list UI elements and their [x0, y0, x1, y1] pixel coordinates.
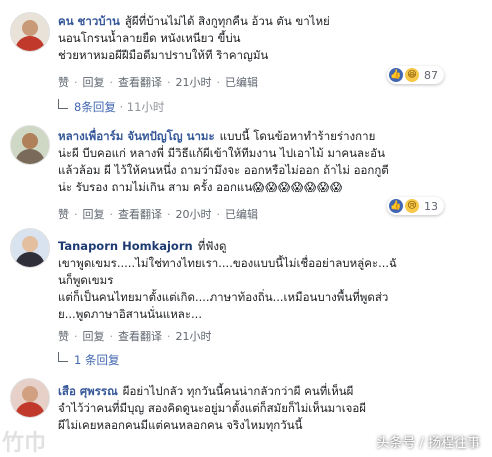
reply-button[interactable]: 回复 — [83, 330, 105, 343]
comment-line: น่ะ รับรอง ถามไม่เกิน สาม ครั้ง ออกแน — [58, 180, 253, 194]
reply-button[interactable]: 回复 — [83, 208, 105, 221]
timestamp[interactable]: 21小时 — [176, 76, 212, 89]
comment-line: แต่ก็เป็นคนไทยมาตั้งแต่เกิด....ภาษาท้องถ… — [58, 290, 389, 304]
comment-actions: 赞 · 回复 · 查看翻译 · 21小时 — [58, 330, 212, 343]
comment-text: เสือ ศุพรรณ ผีอย่าไปกลัว ทุกวันนี้คนน่ากล… — [58, 383, 366, 434]
commenter-name[interactable]: เสือ ศุพรรณ — [58, 384, 118, 398]
replies-time: 11小时 — [126, 100, 165, 114]
comment-line: ผีไม่เคยหลอกคนมีแต่คนหลอกคน จริงไหมทุกวั… — [58, 418, 303, 432]
comment-text: คน ชาวบ้าน สู้ผีที่บ้านไม่ได้ สิงกูทุกคืน… — [58, 13, 330, 64]
commenter-name[interactable]: หลางเพื่อาร์ม จันทปัญโญ นามะ — [58, 129, 215, 143]
reactions-badge[interactable]: 👍 😆 87 — [387, 66, 444, 84]
comment-line: เขาพูดเขมร.....ไม่ใช่ทางไทยเรา....ของแบบ… — [58, 256, 397, 270]
comment-line: แล้วล้อม ผี ไว้ให้คนหนึ่ง ถามว่ามึงจะ ออ… — [58, 163, 389, 177]
avatar[interactable] — [10, 125, 50, 165]
like-icon: 👍 — [389, 68, 403, 82]
comment-line: นก็พูดเขมร — [58, 273, 114, 287]
edited-label: 已编辑 — [225, 76, 258, 89]
laugh-icon: 😆 — [405, 68, 419, 82]
watermark: 头条号 / 扬程往事 — [376, 436, 480, 451]
commenter-name[interactable]: คน ชาวบ้าน — [58, 14, 120, 28]
replies-link[interactable]: 8条回复 · 11小时 — [58, 99, 164, 115]
comment-text: Tanaporn Homkajorn ที่ฟังดู เขาพูดเขมร...… — [58, 238, 397, 323]
translate-button[interactable]: 查看翻译 — [118, 76, 162, 89]
reactions-badge[interactable]: 👍 😢 13 — [387, 197, 444, 215]
like-icon: 👍 — [389, 199, 403, 213]
comment-line: ย...พูดภาษาอิสานนั่นแหละ... — [58, 307, 202, 321]
watermark-left: 竹巾 — [2, 431, 47, 456]
reply-arrow-icon — [58, 352, 68, 362]
comment-line: น่ะผี บีบคอแก่ หลางพี่ มีวิธีแก้ผีเข้าให… — [58, 146, 385, 160]
commenter-name[interactable]: Tanaporn Homkajorn — [58, 239, 193, 253]
avatar[interactable] — [10, 228, 50, 268]
comment-text: หลางเพื่อาร์ม จันทปัญโญ นามะ แบบนี้ โดนข้… — [58, 128, 389, 196]
like-button[interactable]: 赞 — [58, 208, 69, 221]
comment-line: นอนโกรนน้ำลายยืด หนังเหนียว ขี้บ่น — [58, 31, 241, 45]
comment-line: ผีอย่าไปกลัว ทุกวันนี้คนน่ากลัวกว่าผี คน… — [122, 384, 354, 398]
avatar[interactable] — [10, 378, 50, 418]
reaction-count: 13 — [424, 199, 438, 213]
timestamp[interactable]: 20小时 — [176, 208, 212, 221]
like-button[interactable]: 赞 — [58, 330, 69, 343]
comment-actions: 赞 · 回复 · 查看翻译 · 20小时 · 已编辑 — [58, 208, 258, 221]
comment-line: จำไว้ว่าคนที่มีบุญ สองคิดดูนะอยู่มาตั้งแ… — [58, 401, 367, 415]
emoji-row: 😱😱😱😱😱😱😱 — [252, 180, 344, 194]
comment-line: ช่วยหาหมอผีฝีมือดีมาปราบให้ที ริาคาญมัน — [58, 48, 269, 62]
timestamp[interactable]: 21小时 — [176, 330, 212, 343]
translate-button[interactable]: 查看翻译 — [118, 330, 162, 343]
comment-actions: 赞 · 回复 · 查看翻译 · 21小时 · 已编辑 — [58, 76, 258, 89]
like-button[interactable]: 赞 — [58, 76, 69, 89]
reply-arrow-icon — [58, 99, 68, 109]
comment-line: ที่ฟังดู — [197, 239, 227, 253]
translate-button[interactable]: 查看翻译 — [118, 208, 162, 221]
comment-line: แบบนี้ โดนข้อหาทำร้ายร่างกาย — [219, 129, 376, 143]
comment-line: สู้ผีที่บ้านไม่ได้ สิงกูทุกคืน อ้วน ตัน … — [124, 14, 330, 28]
reaction-count: 87 — [424, 68, 438, 82]
replies-link[interactable]: 1 条回复 — [58, 352, 119, 368]
sad-icon: 😢 — [405, 199, 419, 213]
reply-button[interactable]: 回复 — [83, 76, 105, 89]
edited-label: 已编辑 — [225, 208, 258, 221]
avatar[interactable] — [10, 12, 50, 52]
